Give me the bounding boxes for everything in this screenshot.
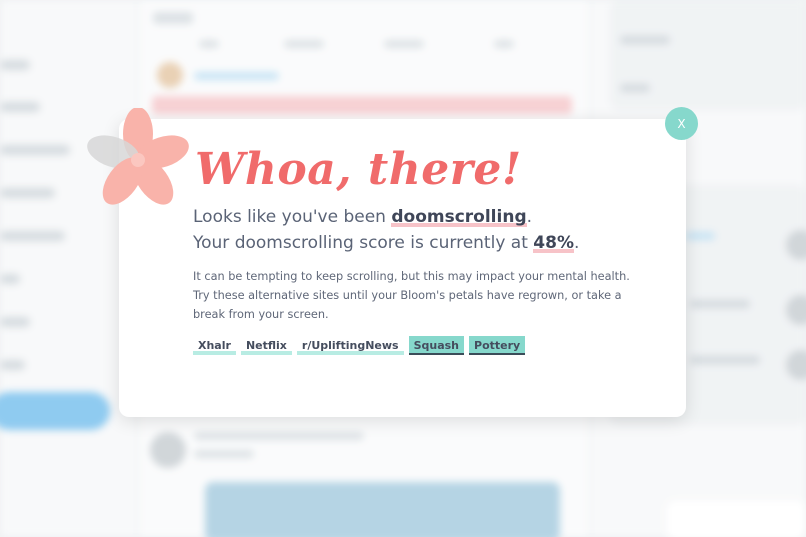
modal-title: Whoa, there! [195, 144, 522, 195]
doomscroll-score: Your doomscrolling score is currently at… [193, 233, 580, 253]
close-button[interactable]: X [665, 107, 698, 140]
advice-paragraph: It can be tempting to keep scrolling, bu… [193, 270, 630, 321]
alt-site-xhalr[interactable]: Xhalr [193, 336, 236, 355]
alt-site-upliftingnews[interactable]: r/UpliftingNews [296, 336, 404, 355]
alt-site-pottery[interactable]: Pottery [469, 336, 526, 355]
bloom-flower-icon [87, 108, 189, 205]
alternative-sites: Xhalr Netflix r/UpliftingNews Squash Pot… [193, 336, 526, 355]
close-icon: X [677, 116, 686, 131]
alt-site-netflix[interactable]: Netflix [240, 336, 292, 355]
doomscrolling-highlight: doomscrolling [391, 207, 527, 227]
doomscroll-notice: Looks like you've been doomscrolling. [193, 207, 533, 227]
alt-site-squash[interactable]: Squash [408, 336, 465, 355]
score-value: 48% [533, 233, 574, 253]
